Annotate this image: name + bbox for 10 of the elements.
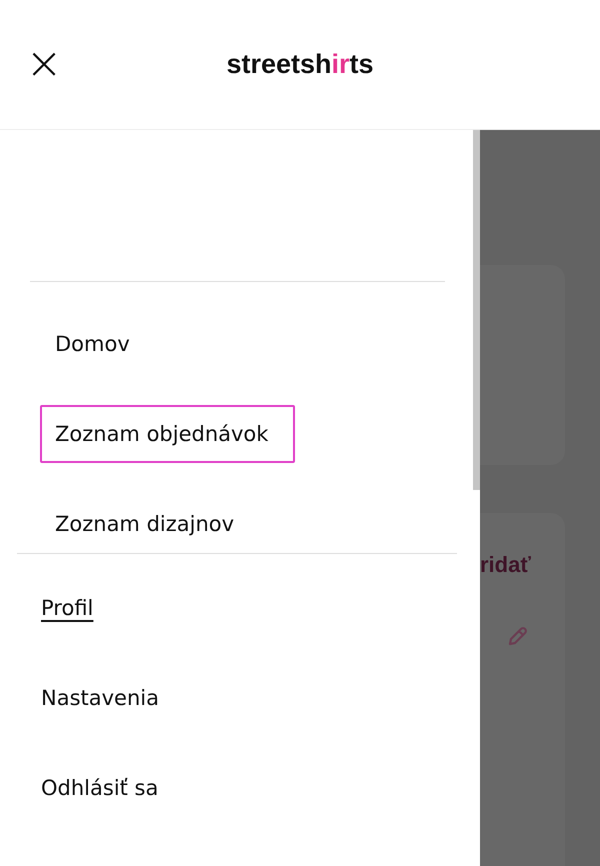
logo[interactable]: streetshirts [226, 49, 374, 80]
scrollbar[interactable] [473, 130, 480, 490]
pencil-icon [506, 626, 528, 648]
menu-item[interactable]: Odhlásiť sa [41, 774, 158, 803]
menu-item[interactable]: Profil [41, 594, 94, 623]
menu-item[interactable]: Zoznam dizajnov [40, 495, 295, 553]
close-button[interactable]: × [22, 42, 66, 86]
menu-item[interactable]: Zoznam objednávok [40, 405, 295, 463]
menu-item[interactable]: Domov [40, 315, 295, 373]
menu-item[interactable]: Nastavenia [41, 684, 159, 713]
